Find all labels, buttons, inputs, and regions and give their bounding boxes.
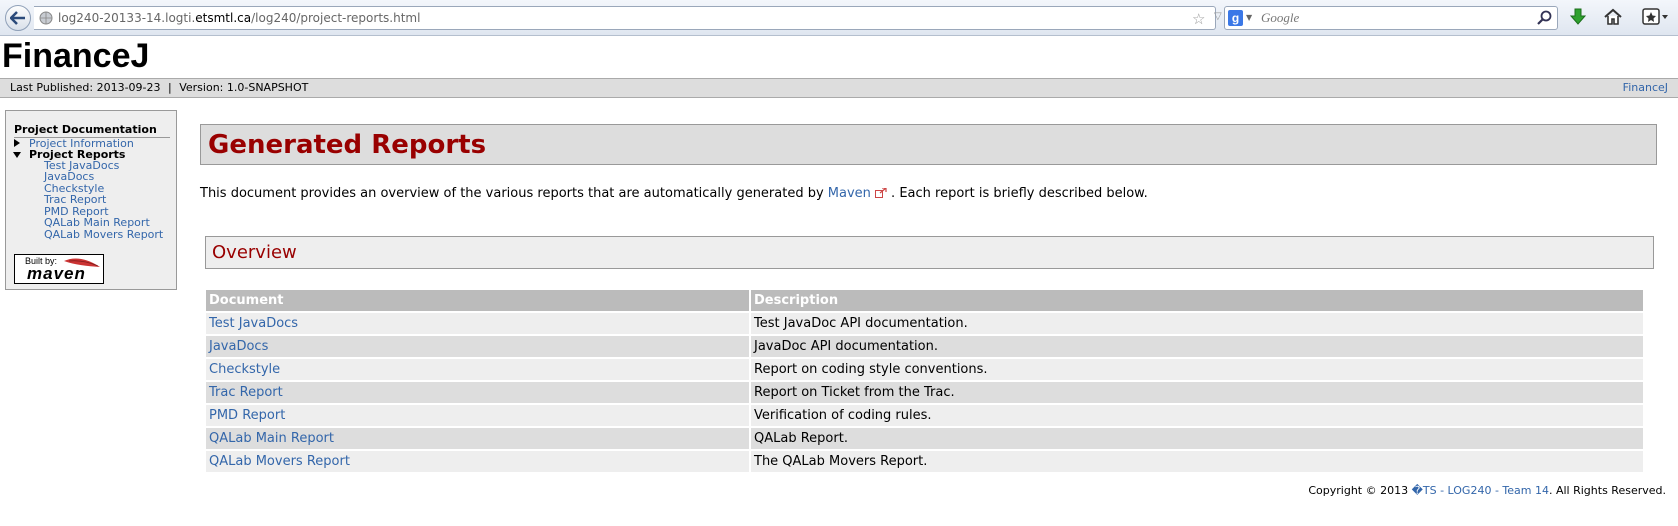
download-icon[interactable] [1570,8,1586,26]
url-domain: etsmtl.ca [195,11,252,25]
table-row: JavaDocs JavaDoc API documentation. [206,336,1643,357]
reports-table: Document Description Test JavaDocs Test … [204,288,1645,474]
url-bar[interactable]: log240-20133-14.logti.etsmtl.ca/log240/p… [34,6,1245,30]
document-cell: PMD Report [206,405,749,426]
globe-icon [39,11,53,25]
external-link-icon [874,188,887,198]
browser-toolbar: log240-20133-14.logti.etsmtl.ca/log240/p… [0,0,1678,36]
version-label: Version: 1.0-SNAPSHOT [179,81,309,94]
description-cell: Verification of coding rules. [751,405,1643,426]
description-cell: Test JavaDoc API documentation. [751,313,1643,334]
collapsed-arrow-icon [14,139,20,147]
document-link[interactable]: JavaDocs [209,339,268,354]
table-header-row: Document Description [206,290,1643,311]
built-by-maven-logo[interactable]: Built by: maven [14,254,104,284]
document-cell: Test JavaDocs [206,313,749,334]
intro-text-end: . Each report is briefly described below… [886,186,1148,201]
sidebar-heading: Project Documentation [14,123,170,138]
description-cell: JavaDoc API documentation. [751,336,1643,357]
section-title-box: Overview [205,236,1654,269]
home-icon[interactable] [1604,8,1622,26]
rights-text: . All Rights Reserved. [1548,484,1666,497]
sidebar: Project Documentation Project Informatio… [5,110,177,290]
intro-text-start: This document provides an overview of th… [200,186,828,201]
table-row: Checkstyle Report on coding style conven… [206,359,1643,380]
back-arrow-icon [10,11,25,25]
breadcrumb-bar: Last Published: 2013-09-23 | Version: 1.… [0,78,1678,98]
footer-team-link[interactable]: �TS - LOG240 - Team 14 [1412,484,1549,497]
document-cell: Trac Report [206,382,749,403]
document-link[interactable]: PMD Report [209,408,285,423]
breadcrumb-separator: | [168,81,172,94]
document-link[interactable]: Checkstyle [209,362,280,377]
document-cell: JavaDocs [206,336,749,357]
document-link[interactable]: QALab Main Report [209,431,334,446]
document-cell: QALab Movers Report [206,451,749,472]
description-cell: QALab Report. [751,428,1643,449]
copyright-text: Copyright © 2013 [1308,484,1412,497]
sidebar-item-label[interactable]: QALab Movers Report [44,228,163,241]
search-input[interactable] [1259,9,1519,27]
project-home-link[interactable]: FinanceJ [1623,79,1668,97]
search-box: g ▼ [1224,6,1558,30]
document-cell: QALab Main Report [206,428,749,449]
sidebar-item-qalab-movers-report[interactable]: QALab Movers Report [44,228,163,241]
description-cell: Report on Ticket from the Trac. [751,382,1643,403]
url-dropdown-icon[interactable]: ▽ [1214,11,1222,22]
url-prefix: log240-20133-14.logti. [58,11,196,25]
description-cell: The QALab Movers Report. [751,451,1643,472]
expanded-arrow-icon [13,152,21,158]
maven-link[interactable]: Maven [828,186,871,201]
page-title: Generated Reports [208,130,487,160]
document-cell: Checkstyle [206,359,749,380]
bookmarks-menu-icon[interactable] [1642,7,1670,27]
site-title: FinanceJ [2,37,150,75]
url-path: /log240/project-reports.html [251,11,421,25]
table-row: Trac Report Report on Ticket from the Tr… [206,382,1643,403]
engine-dropdown-icon[interactable]: ▼ [1246,13,1252,22]
page-title-box: Generated Reports [200,124,1657,165]
table-row: PMD Report Verification of coding rules. [206,405,1643,426]
table-row: QALab Main Report QALab Report. [206,428,1643,449]
description-cell: Report on coding style conventions. [751,359,1643,380]
maven-wordmark: maven [27,264,86,283]
document-link[interactable]: Trac Report [209,385,283,400]
bookmark-star-icon[interactable]: ☆ [1192,10,1205,28]
document-link[interactable]: QALab Movers Report [209,454,350,469]
search-icon[interactable] [1537,10,1553,26]
table-row: Test JavaDocs Test JavaDoc API documenta… [206,313,1643,334]
section-title: Overview [212,242,297,263]
column-header-description: Description [751,290,1643,311]
document-link[interactable]: Test JavaDocs [209,316,298,331]
intro-paragraph: This document provides an overview of th… [200,186,1660,202]
column-header-document: Document [206,290,749,311]
google-engine-icon[interactable]: g [1228,10,1243,26]
table-row: QALab Movers Report The QALab Movers Rep… [206,451,1643,472]
back-button[interactable] [5,5,31,31]
url-text[interactable]: log240-20133-14.logti.etsmtl.ca/log240/p… [58,11,420,25]
last-published: Last Published: 2013-09-23 [10,81,161,94]
footer-copyright: Copyright © 2013 �TS - LOG240 - Team 14.… [1308,484,1666,497]
